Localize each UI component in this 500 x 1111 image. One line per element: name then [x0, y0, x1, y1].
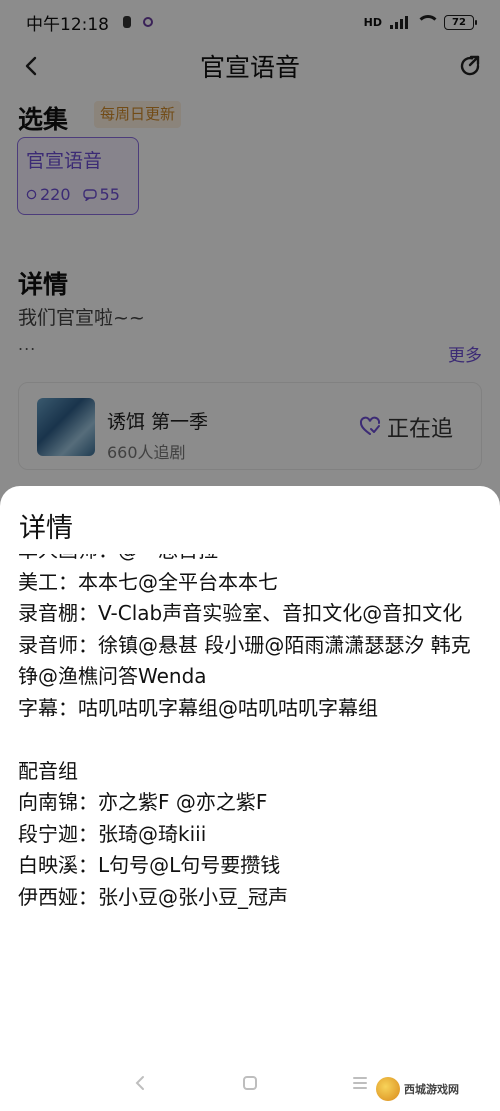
site-watermark: 西城游戏网	[376, 1075, 486, 1103]
watermark-text: 西城游戏网	[404, 1083, 459, 1096]
cast-heading: 配音组	[18, 758, 78, 783]
sheet-title: 详情	[19, 513, 73, 544]
cast-line: 伊西娅：张小豆@张小豆_冠声	[18, 884, 288, 909]
credit-line: 单人画师：@一总百拉一	[18, 554, 484, 567]
cast-line: 白映溪：L句号@L句号要攒钱	[18, 853, 281, 877]
credit-line: 录音师：徐镇@悬甚 段小珊@陌雨潇潇瑟瑟汐 韩克铮@渔樵问答Wenda	[18, 632, 471, 689]
nav-back-icon[interactable]	[130, 1073, 150, 1093]
details-bottom-sheet: 详情 单人画师：@一总百拉一 美工：本本七@全平台本本七 录音棚：V-Clab声…	[0, 486, 500, 1111]
credits-scroll-area[interactable]: 单人画师：@一总百拉一 美工：本本七@全平台本本七 录音棚：V-Clab声音实验…	[18, 554, 484, 994]
watermark-logo-icon	[376, 1077, 400, 1101]
credit-line: 录音棚：V-Clab声音实验室、音扣文化@音扣文化	[18, 601, 463, 625]
cast-line: 向南锦：亦之紫F @亦之紫F	[18, 790, 268, 814]
cast-line: 段宁迦：张琦@琦kiii	[18, 821, 207, 846]
nav-home-icon[interactable]	[240, 1073, 260, 1093]
credit-line: 字幕：咕叽咕叽字幕组@咕叽咕叽字幕组	[18, 695, 378, 720]
credit-line: 美工：本本七@全平台本本七	[18, 569, 278, 594]
nav-menu-icon[interactable]	[350, 1073, 370, 1093]
